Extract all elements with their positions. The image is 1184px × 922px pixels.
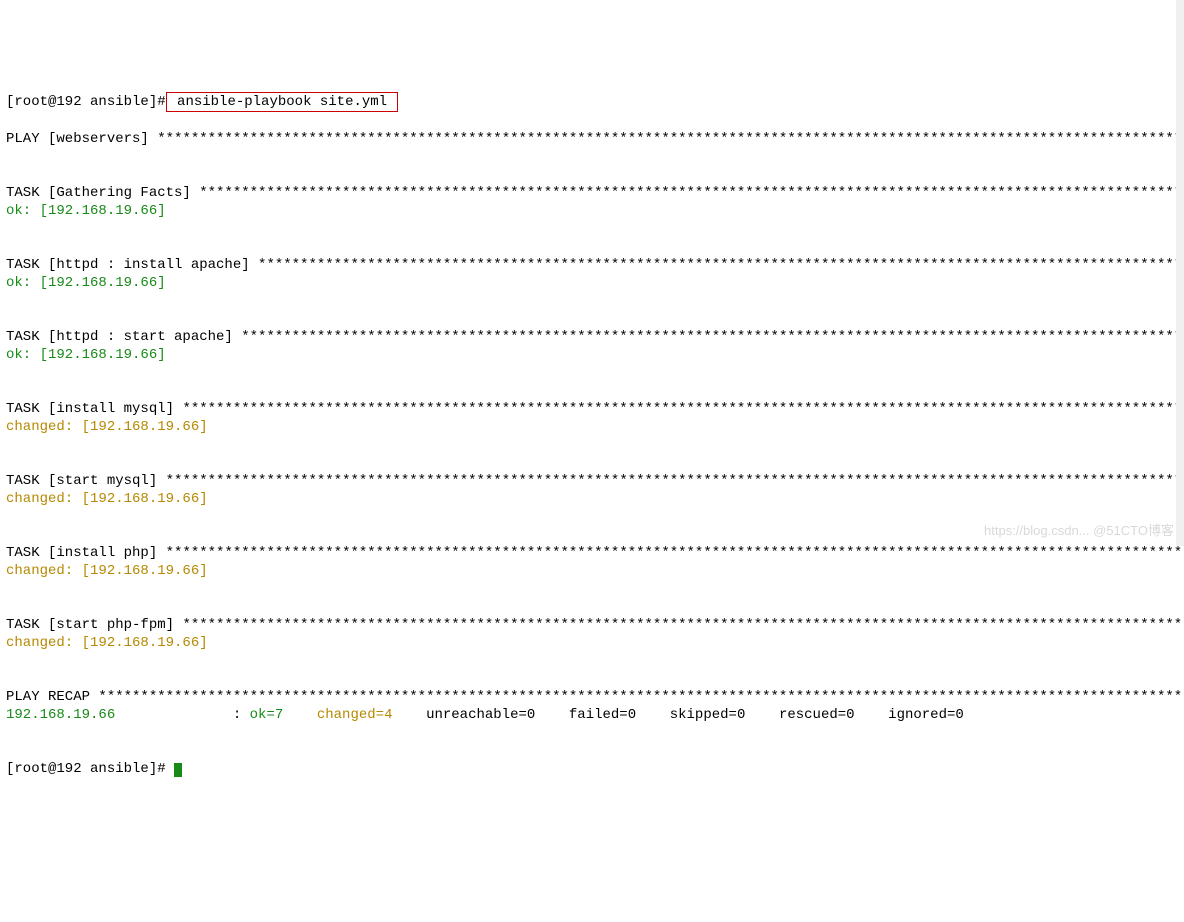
task-fill: ****************************************… <box>182 401 1184 417</box>
task-gathering-facts: TASK [Gathering Facts] <box>6 185 199 201</box>
task-fill: ****************************************… <box>166 545 1184 561</box>
task-fill: ****************************************… <box>241 329 1184 345</box>
play-header: PLAY [webservers] <box>6 131 157 147</box>
shell-prompt: [root@192 ansible]# <box>6 94 166 110</box>
play-recap-header: PLAY RECAP <box>6 689 98 705</box>
task-fill: ****************************************… <box>166 473 1184 489</box>
task-install-php: TASK [install php] <box>6 545 166 561</box>
recap-failed: failed=0 <box>535 707 636 723</box>
recap-unreachable: unreachable=0 <box>392 707 535 723</box>
recap-rescued: rescued=0 <box>745 707 854 723</box>
recap-ok: ok=7 <box>250 707 284 723</box>
task-fill: ****************************************… <box>199 185 1184 201</box>
scrollbar-vertical[interactable] <box>1176 0 1184 546</box>
recap-sep: : <box>115 707 249 723</box>
task-start-phpfpm: TASK [start php-fpm] <box>6 617 182 633</box>
task-result-ok: ok: [192.168.19.66] <box>6 203 166 219</box>
task-result-changed: changed: [192.168.19.66] <box>6 635 208 651</box>
recap-changed: changed=4 <box>283 707 392 723</box>
task-result-ok: ok: [192.168.19.66] <box>6 347 166 363</box>
task-install-mysql: TASK [install mysql] <box>6 401 182 417</box>
task-start-apache: TASK [httpd : start apache] <box>6 329 241 345</box>
play-header-fill: ****************************************… <box>157 131 1184 147</box>
cursor-icon <box>174 763 182 777</box>
task-fill: ****************************************… <box>182 617 1184 633</box>
terminal-output[interactable]: [root@192 ansible]# ansible-playbook sit… <box>6 74 1178 778</box>
task-result-changed: changed: [192.168.19.66] <box>6 491 208 507</box>
task-result-changed: changed: [192.168.19.66] <box>6 419 208 435</box>
task-start-mysql: TASK [start mysql] <box>6 473 166 489</box>
highlighted-command: ansible-playbook site.yml <box>166 92 399 112</box>
task-result-ok: ok: [192.168.19.66] <box>6 275 166 291</box>
recap-host: 192.168.19.66 <box>6 707 115 723</box>
recap-skipped: skipped=0 <box>636 707 745 723</box>
shell-prompt: [root@192 ansible]# <box>6 761 174 777</box>
task-install-apache: TASK [httpd : install apache] <box>6 257 258 273</box>
recap-fill: ****************************************… <box>98 689 1184 705</box>
recap-ignored: ignored=0 <box>855 707 964 723</box>
task-result-changed: changed: [192.168.19.66] <box>6 563 208 579</box>
task-fill: ****************************************… <box>258 257 1184 273</box>
